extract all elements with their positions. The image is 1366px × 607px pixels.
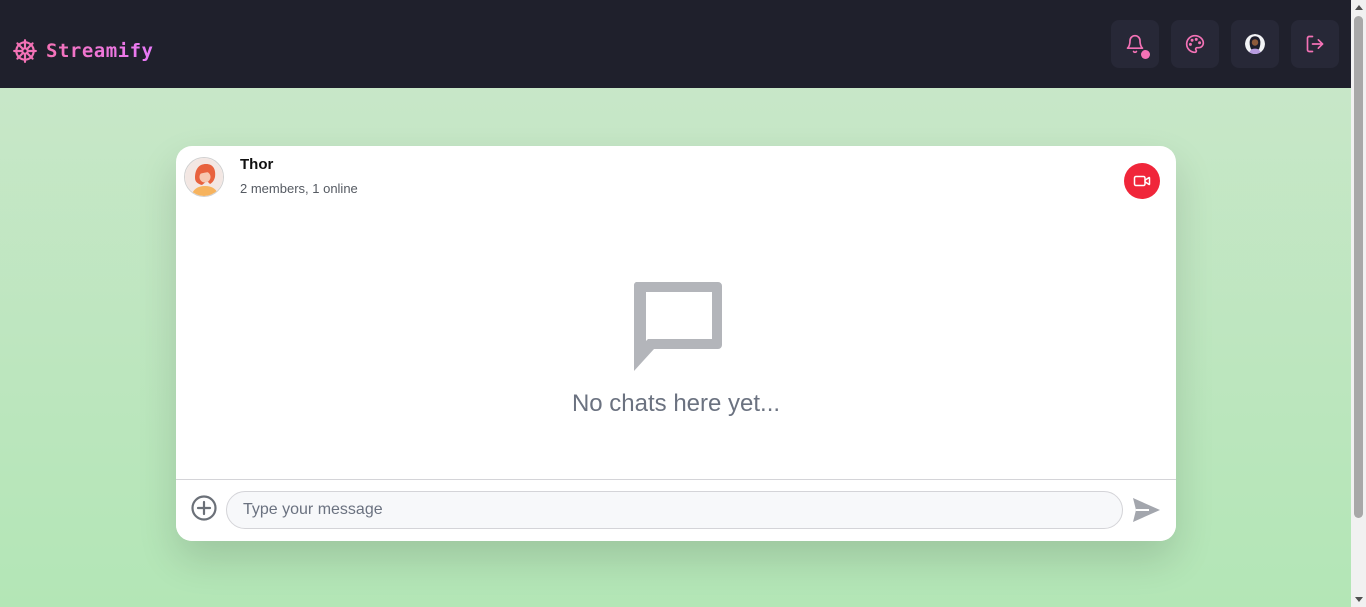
logout-button[interactable] [1291,20,1339,68]
notifications-button[interactable] [1111,20,1159,68]
scroll-up-arrow-icon[interactable] [1355,5,1363,10]
empty-state: No chats here yet... [176,274,1176,418]
scroll-down-arrow-icon[interactable] [1355,597,1363,602]
page-scrollbar[interactable] [1351,0,1366,607]
navbar: Streamify [0,0,1351,88]
message-composer [176,479,1176,541]
video-call-button[interactable] [1124,163,1160,199]
palette-icon [1185,34,1205,54]
logout-icon [1306,35,1324,53]
empty-state-message: No chats here yet... [571,390,781,417]
brand[interactable]: Streamify [12,38,153,64]
scrollbar-thumb[interactable] [1354,16,1363,518]
channel-header: Thor 2 members, 1 online [176,146,1176,206]
channel-avatar[interactable] [184,157,224,197]
profile-button[interactable] [1231,20,1279,68]
ship-wheel-icon [13,39,37,63]
video-camera-icon [1133,175,1151,187]
plus-circle-icon[interactable] [190,494,218,522]
channel-member-count: 2 members, 1 online [240,181,358,196]
send-icon[interactable] [1131,495,1161,525]
message-input[interactable] [226,491,1123,529]
notification-dot [1141,50,1150,59]
chat-window: Thor 2 members, 1 online No chats here y… [176,146,1176,541]
theme-button[interactable] [1171,20,1219,68]
channel-name: Thor [240,156,274,173]
user-avatar [1245,34,1265,54]
chat-bubble-icon [633,282,722,371]
brand-name: Streamify [46,40,154,62]
channel-avatar-image [185,158,223,196]
